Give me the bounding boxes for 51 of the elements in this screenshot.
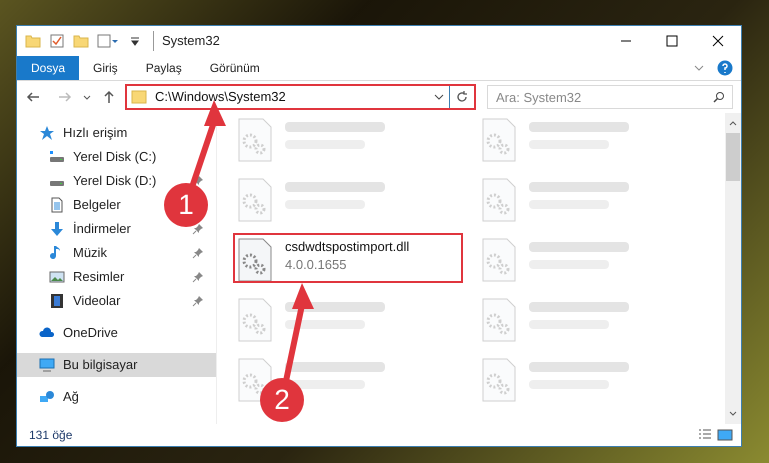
- gear-file-icon: [237, 178, 273, 222]
- nav-item[interactable]: Müzik: [73, 243, 107, 263]
- maximize-icon: [666, 35, 678, 47]
- nav-item[interactable]: Bu bilgisayar: [17, 353, 216, 377]
- gear-file-icon: [481, 238, 517, 282]
- picture-icon: [49, 269, 65, 285]
- nav-item[interactable]: Belgeler: [73, 195, 121, 215]
- close-icon: [712, 35, 724, 47]
- help-icon[interactable]: [717, 60, 733, 76]
- folder-icon: [131, 89, 147, 105]
- search-icon: [713, 91, 725, 103]
- checkmark-icon[interactable]: [49, 33, 65, 49]
- scrollbar[interactable]: [725, 113, 741, 424]
- gear-file-icon: [237, 118, 273, 162]
- film-icon: [49, 293, 65, 309]
- monitor-icon: [39, 357, 55, 373]
- nav-item[interactable]: Yerel Disk (C:): [73, 147, 156, 167]
- file-detail: 4.0.0.1655: [285, 256, 348, 274]
- thumbnail-view-icon[interactable]: [717, 427, 733, 443]
- gear-file-icon: [481, 178, 517, 222]
- gear-file-icon: [481, 118, 517, 162]
- dropdown-icon[interactable]: [129, 35, 141, 47]
- nav-item[interactable]: OneDrive: [63, 323, 118, 343]
- ribbon-tab[interactable]: Paylaş: [132, 56, 196, 80]
- file-name: csdwdtspostimport.dll: [285, 238, 410, 256]
- star-icon: [39, 125, 55, 141]
- nav-item[interactable]: Videolar: [73, 291, 120, 311]
- nav-item[interactable]: İndirmeler: [73, 219, 131, 239]
- address-bar[interactable]: C:\Windows\System32: [125, 84, 476, 110]
- network-icon: [39, 389, 55, 405]
- drive-icon: [49, 180, 65, 186]
- scroll-thumb[interactable]: [726, 133, 740, 181]
- ribbon-tab[interactable]: Giriş: [79, 56, 132, 80]
- properties-icon[interactable]: [97, 33, 121, 49]
- nav-item[interactable]: Yerel Disk (D:): [73, 171, 156, 191]
- address-path: C:\Windows\System32: [155, 88, 286, 106]
- item-count: 131 öğe: [29, 427, 72, 444]
- ribbon-tab[interactable]: Dosya: [17, 56, 80, 80]
- nav-item[interactable]: Hızlı erişim: [63, 123, 128, 143]
- nav-item[interactable]: Ağ: [63, 387, 79, 407]
- ribbon-tab[interactable]: Görünüm: [196, 56, 274, 80]
- gear-file-icon: [237, 298, 273, 342]
- window-title: System32: [153, 31, 220, 51]
- gear-file-icon: [481, 358, 517, 402]
- gear-file-icon: [237, 238, 273, 282]
- download-arrow-icon: [49, 221, 65, 237]
- drive-icon: [49, 149, 65, 165]
- search-field[interactable]: Ara: System32: [487, 85, 733, 109]
- gear-file-icon: [481, 298, 517, 342]
- document-icon: [49, 197, 65, 213]
- nav-item[interactable]: Resimler: [73, 267, 124, 287]
